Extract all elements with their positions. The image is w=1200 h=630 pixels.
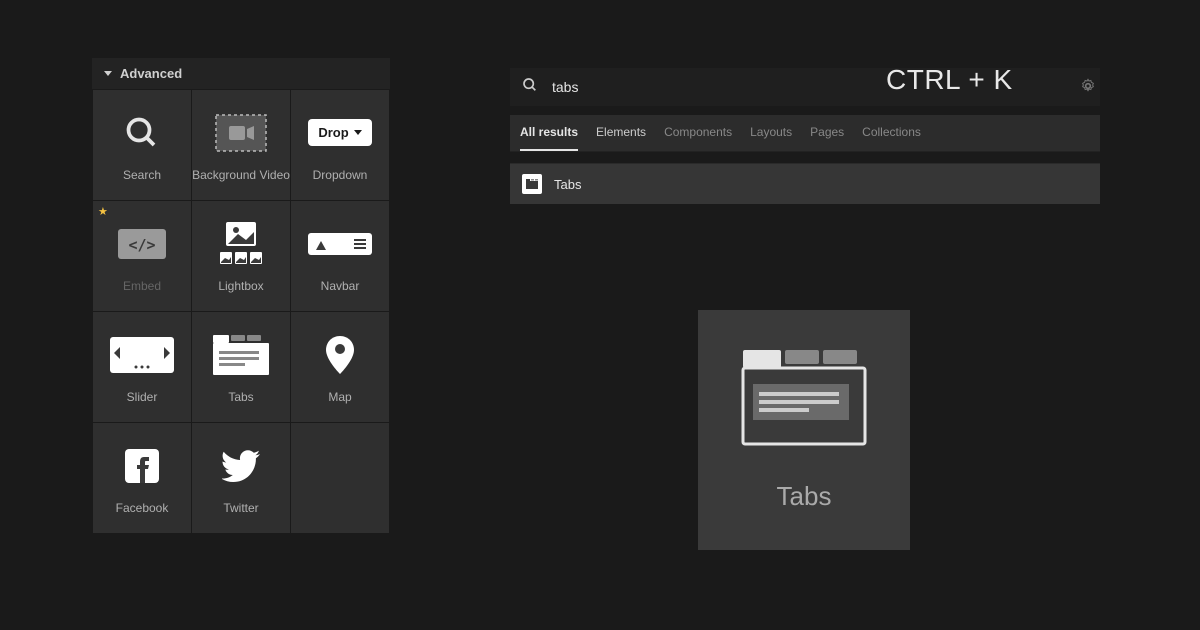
dropdown-icon: Drop xyxy=(308,108,371,158)
bgvideo-icon xyxy=(214,108,268,158)
element-label: Lightbox xyxy=(218,279,263,293)
map-icon xyxy=(326,330,354,380)
element-label: Navbar xyxy=(321,279,360,293)
tabs-icon xyxy=(213,330,269,380)
dropdown-button-label: Drop xyxy=(318,125,348,140)
element-lightbox[interactable]: Lightbox xyxy=(192,201,290,311)
element-label: Embed xyxy=(123,279,161,293)
filter-collections[interactable]: Collections xyxy=(862,125,921,151)
panel-header-advanced[interactable]: Advanced xyxy=(92,58,390,89)
navbar-icon xyxy=(308,219,372,269)
filter-pages[interactable]: Pages xyxy=(810,125,844,151)
chevron-down-icon xyxy=(354,130,362,135)
element-label: Slider xyxy=(127,390,158,404)
preview-label: Tabs xyxy=(777,481,832,512)
elements-grid: Search Background Video Drop Dropdown ★ … xyxy=(92,89,390,534)
caret-down-icon xyxy=(104,71,112,76)
element-label: Tabs xyxy=(228,390,253,404)
result-label: Tabs xyxy=(554,177,581,192)
filter-elements[interactable]: Elements xyxy=(596,125,646,151)
element-label: Dropdown xyxy=(313,168,368,182)
search-icon xyxy=(124,108,160,158)
element-search[interactable]: Search xyxy=(93,90,191,200)
element-label: Twitter xyxy=(223,501,258,515)
lightbox-icon xyxy=(218,219,264,269)
element-dropdown[interactable]: Drop Dropdown xyxy=(291,90,389,200)
tabs-small-icon xyxy=(522,174,542,194)
element-navbar[interactable]: Navbar xyxy=(291,201,389,311)
search-icon xyxy=(522,77,538,98)
elements-panel: Advanced Search Background Video Drop xyxy=(92,58,390,534)
filter-tabs: All results Elements Components Layouts … xyxy=(510,115,1100,152)
filter-layouts[interactable]: Layouts xyxy=(750,125,792,151)
svg-text:</>: </> xyxy=(128,236,155,254)
element-twitter[interactable]: Twitter xyxy=(192,423,290,533)
result-tabs[interactable]: Tabs xyxy=(510,163,1100,204)
twitter-icon xyxy=(222,441,260,491)
star-icon: ★ xyxy=(98,205,108,218)
element-tabs[interactable]: Tabs xyxy=(192,312,290,422)
element-map[interactable]: Map xyxy=(291,312,389,422)
element-label: Search xyxy=(123,168,161,182)
element-background-video[interactable]: Background Video xyxy=(192,90,290,200)
gear-icon[interactable] xyxy=(1080,78,1096,99)
element-label: Facebook xyxy=(116,501,169,515)
filter-components[interactable]: Components xyxy=(664,125,732,151)
preview-tabs-card[interactable]: Tabs xyxy=(698,310,910,550)
search-results: Tabs xyxy=(510,163,1100,204)
embed-icon: </> xyxy=(118,219,166,269)
filter-all-results[interactable]: All results xyxy=(520,125,578,151)
element-label: Map xyxy=(328,390,351,404)
element-label: Background Video xyxy=(192,168,290,182)
element-slider[interactable]: Slider xyxy=(93,312,191,422)
element-embed[interactable]: ★ </> Embed xyxy=(93,201,191,311)
element-facebook[interactable]: Facebook xyxy=(93,423,191,533)
facebook-icon xyxy=(125,441,159,491)
keyboard-shortcut-hint: CTRL + K xyxy=(886,64,1013,96)
slider-icon xyxy=(110,330,174,380)
panel-title: Advanced xyxy=(120,66,182,81)
tabs-large-icon xyxy=(739,348,869,453)
empty-cell xyxy=(291,423,389,533)
